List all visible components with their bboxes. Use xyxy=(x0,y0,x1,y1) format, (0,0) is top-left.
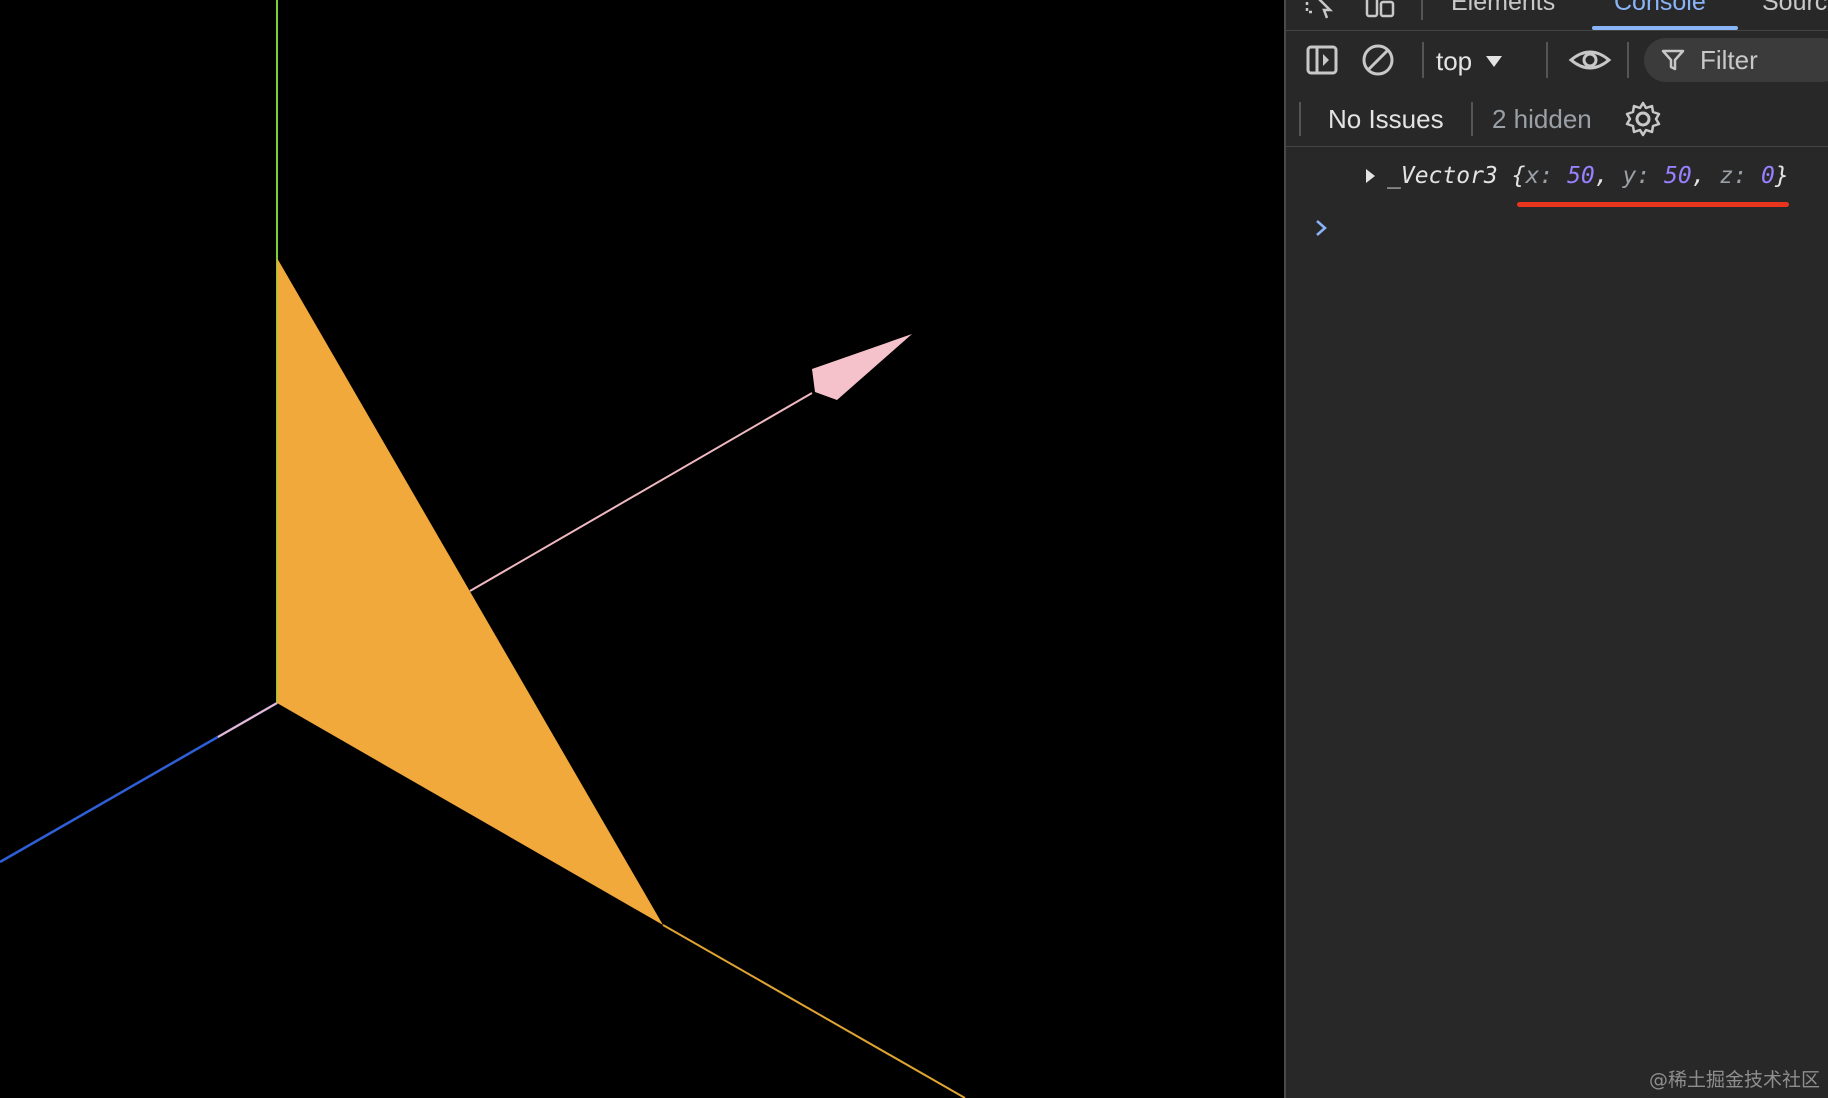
issues-bar: No Issues 2 hidden xyxy=(1286,92,1828,147)
context-selector-label: top xyxy=(1436,45,1473,76)
console-prompt-chevron-icon[interactable] xyxy=(1310,217,1332,239)
live-expression-eye-icon[interactable] xyxy=(1568,42,1612,78)
open-brace: { xyxy=(1511,163,1526,189)
filter-funnel-icon xyxy=(1661,49,1685,71)
close-brace: } xyxy=(1774,163,1789,189)
settings-gear-icon[interactable] xyxy=(1624,100,1662,138)
chevron-down-icon xyxy=(1486,55,1503,67)
highlight-underline xyxy=(1517,202,1789,207)
clear-console-icon[interactable] xyxy=(1360,42,1396,78)
tab-elements[interactable]: Elements xyxy=(1451,0,1555,17)
device-toolbar-icon[interactable] xyxy=(1364,0,1396,20)
devtools-panel: Elements Console Sources top xyxy=(1284,0,1828,1098)
issues-separator xyxy=(1299,102,1301,136)
scene-svg xyxy=(0,0,1284,1098)
tab-sources[interactable]: Sources xyxy=(1762,0,1828,17)
console-toolbar: top Filter xyxy=(1286,30,1828,92)
console-output: _Vector3 { x : 50 , y : 50 , z : 0 } xyxy=(1286,147,1828,1098)
tab-console[interactable]: Console xyxy=(1614,0,1706,17)
console-log-entry[interactable]: _Vector3 { x : 50 , y : 50 , z : 0 } xyxy=(1366,163,1789,189)
log-object-type: _Vector3 xyxy=(1387,163,1498,189)
toolbar-separator xyxy=(1422,42,1424,78)
prop-key-y: y xyxy=(1622,163,1637,189)
watermark: @稀土掘金技术社区 xyxy=(1648,1069,1820,1091)
toolbar-separator xyxy=(1627,42,1629,78)
threejs-canvas[interactable] xyxy=(0,0,1284,1098)
hidden-messages-count[interactable]: 2 hidden xyxy=(1492,104,1592,135)
tab-separator xyxy=(1421,0,1423,20)
scene-background xyxy=(0,0,1284,1098)
prop-key-x: x xyxy=(1525,163,1540,189)
prop-value-z: 0 xyxy=(1761,163,1775,189)
issues-separator xyxy=(1471,102,1473,136)
devtools-tabbar: Elements Console Sources xyxy=(1286,0,1828,31)
filter-input[interactable]: Filter xyxy=(1644,38,1828,82)
expand-triangle-icon[interactable] xyxy=(1366,169,1375,183)
prop-key-z: z xyxy=(1719,163,1734,189)
issues-status[interactable]: No Issues xyxy=(1328,104,1444,135)
filter-placeholder: Filter xyxy=(1700,44,1758,75)
prop-value-x: 50 xyxy=(1567,163,1595,189)
prop-value-y: 50 xyxy=(1664,163,1692,189)
sidebar-toggle-icon[interactable] xyxy=(1304,42,1340,78)
toolbar-separator xyxy=(1546,42,1548,78)
context-selector[interactable]: top xyxy=(1436,44,1503,78)
inspect-element-icon[interactable] xyxy=(1304,0,1336,20)
